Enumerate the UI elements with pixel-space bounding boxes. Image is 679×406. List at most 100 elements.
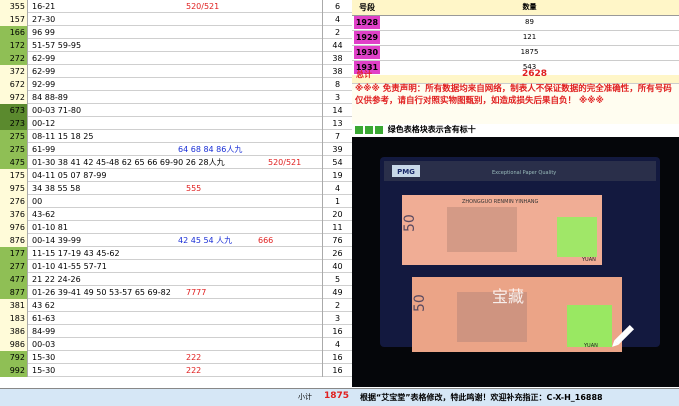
row-prefix: 166 xyxy=(0,26,28,39)
row-prefix: 972 xyxy=(0,91,28,104)
table-row: 166 96 99 2 xyxy=(0,26,352,39)
row-numbers: 15-30 xyxy=(32,353,56,362)
row-prefix: 183 xyxy=(0,312,28,325)
banknote-photo: PMG Exceptional Paper Quality 50 ZHONGGU… xyxy=(352,137,679,387)
row-count: 38 xyxy=(322,65,352,78)
row-numbers: 84-99 xyxy=(32,327,56,336)
row-count: 26 xyxy=(322,247,352,260)
table-row: 272 62-99 38 xyxy=(0,52,352,65)
row-count: 40 xyxy=(322,260,352,273)
row-numbers: 16-21 xyxy=(32,2,56,11)
row-count: 54 xyxy=(322,156,352,169)
row-note-red: 7777 xyxy=(186,288,207,297)
subtotal-label: 小计 xyxy=(298,393,312,401)
table-row: 273 00-12 13 xyxy=(0,117,352,130)
note1-currency: YUAN xyxy=(581,257,596,263)
row-count: 1 xyxy=(322,195,352,208)
row-prefix: 372 xyxy=(0,65,28,78)
spreadsheet: 355 16-21 520/521 6 157 27-30 4 166 96 99 2 172 51-… xyxy=(0,0,679,406)
table-row: 275 08-11 15 18 25 7 xyxy=(0,130,352,143)
row-numbers: 01-26 39-41 49 50 53-57 65 69-82 xyxy=(32,288,171,297)
banknote-image: PMG Exceptional Paper Quality 50 ZHONGGU… xyxy=(352,137,679,387)
row-prefix: 273 xyxy=(0,117,28,130)
row-prefix: 355 xyxy=(0,0,28,13)
legend: 绿色表格块表示含有标十 xyxy=(355,124,675,136)
row-count: 5 xyxy=(322,273,352,286)
row-count: 39 xyxy=(322,143,352,156)
row-numbers: 04-11 05 07 87-99 xyxy=(32,171,107,180)
row-count: 3 xyxy=(322,91,352,104)
table-row: 157 27-30 4 xyxy=(0,13,352,26)
row-prefix: 272 xyxy=(0,52,28,65)
table-row: 372 62-99 38 xyxy=(0,65,352,78)
row-count: 2 xyxy=(322,299,352,312)
row-note-red: 520/521 xyxy=(268,158,302,167)
row-count: 2 xyxy=(322,26,352,39)
row-count: 38 xyxy=(322,52,352,65)
row-prefix: 672 xyxy=(0,78,28,91)
table-row: 992 15-30 222 16 xyxy=(0,364,352,377)
total-label: 总计 xyxy=(356,70,372,79)
row-prefix: 172 xyxy=(0,39,28,52)
row-prefix: 976 xyxy=(0,221,28,234)
total-value: 2628 xyxy=(522,69,548,79)
row-prefix: 277 xyxy=(0,260,28,273)
row-count: 11 xyxy=(322,221,352,234)
table-row: 986 00-03 4 xyxy=(0,338,352,351)
row-count: 3 xyxy=(322,312,352,325)
row-numbers: 01-10 41-55 57-71 xyxy=(32,262,107,271)
legend-text: 绿色表格块表示含有标十 xyxy=(387,125,476,134)
row-prefix: 275 xyxy=(0,130,28,143)
green-square-icon xyxy=(365,125,373,134)
row-prefix: 877 xyxy=(0,286,28,299)
summary-header: 号段 数量 xyxy=(352,0,679,16)
row-prefix: 275 xyxy=(0,143,28,156)
row-prefix: 876 xyxy=(0,234,28,247)
summary-row: 1930 1875 xyxy=(352,45,679,61)
row-note-red: 222 xyxy=(186,366,202,375)
row-count: 20 xyxy=(322,208,352,221)
row-count: 16 xyxy=(322,364,352,377)
row-note-blue: 64 68 84 86人九 xyxy=(178,145,243,154)
table-row: 475 01-30 38 41 42 45-48 62 65 66 69-90 2… xyxy=(0,156,352,169)
table-row: 792 15-30 222 16 xyxy=(0,351,352,364)
green-square-icon xyxy=(355,125,363,134)
row-numbers: 61-63 xyxy=(32,314,56,323)
row-numbers: 27-30 xyxy=(32,15,56,24)
row-numbers: 01-10 81 xyxy=(32,223,68,232)
table-row: 673 00-03 71-80 14 xyxy=(0,104,352,117)
table-row: 275 61-99 64 68 84 86人九 39 xyxy=(0,143,352,156)
summary-key: 1928 xyxy=(354,16,380,29)
summary-header-value: 数量 xyxy=(522,3,537,11)
row-count: 4 xyxy=(322,182,352,195)
summary-value: 89 xyxy=(525,18,534,26)
row-prefix: 986 xyxy=(0,338,28,351)
row-prefix: 975 xyxy=(0,182,28,195)
watermark-text: 宝藏 xyxy=(492,287,524,306)
pmg-logo-text: PMG xyxy=(397,168,415,176)
row-numbers: 08-11 15 18 25 xyxy=(32,132,94,141)
table-row: 277 01-10 41-55 57-71 40 xyxy=(0,260,352,273)
table-row: 183 61-63 3 xyxy=(0,312,352,325)
row-note-blue: 42 45 54 人九 xyxy=(178,236,233,245)
summary-value: 121 xyxy=(522,33,537,41)
row-numbers: 61-99 xyxy=(32,145,56,154)
summary-value: 1875 xyxy=(520,48,539,56)
row-count: 19 xyxy=(322,169,352,182)
summary-key: 1929 xyxy=(354,31,380,44)
row-count: 7 xyxy=(322,130,352,143)
row-prefix: 992 xyxy=(0,364,28,377)
row-prefix: 792 xyxy=(0,351,28,364)
table-row: 975 34 38 55 58 555 4 xyxy=(0,182,352,195)
table-row: 877 01-26 39-41 49 50 53-57 65 69-82 7777 4… xyxy=(0,286,352,299)
row-prefix: 386 xyxy=(0,325,28,338)
row-count: 13 xyxy=(322,117,352,130)
row-count: 76 xyxy=(322,234,352,247)
row-count: 49 xyxy=(322,286,352,299)
row-count: 44 xyxy=(322,39,352,52)
row-numbers: 00 xyxy=(32,197,43,206)
subtotal-value: 1875 xyxy=(324,391,350,401)
note2-currency: YUAN xyxy=(583,343,598,349)
table-row: 177 11-15 17-19 43 45-62 26 xyxy=(0,247,352,260)
disclaimer-text: ※※※ 免责声明：所有数据均来自网络，制表人不保证数据的完全准确性，所有号码仅供… xyxy=(355,84,672,106)
